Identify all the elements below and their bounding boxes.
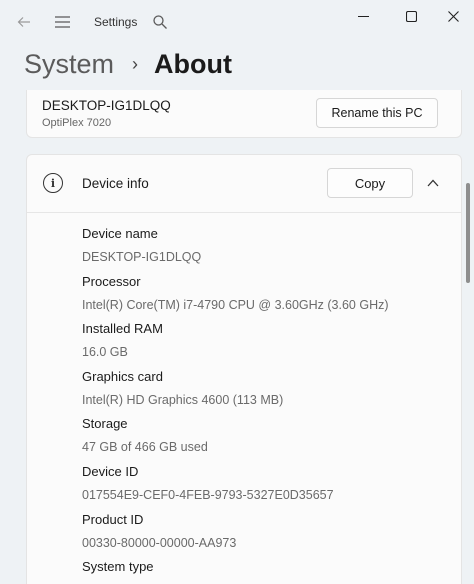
- breadcrumb-chevron-icon: ›: [132, 53, 139, 74]
- maximize-icon: [405, 10, 417, 22]
- back-arrow-icon: [17, 17, 30, 27]
- spec-label: Processor: [82, 273, 141, 289]
- search-icon: [153, 15, 167, 29]
- spec-storage: Storage 47 GB of 466 GB used: [82, 415, 442, 463]
- spec-value: Intel(R) Core(TM) i7-4790 CPU @ 3.60GHz …: [82, 297, 389, 312]
- pc-name-card: DESKTOP-IG1DLQQ OptiPlex 7020 Rename thi…: [26, 90, 462, 138]
- pc-name: DESKTOP-IG1DLQQ: [42, 98, 171, 113]
- spec-label: Product ID: [82, 511, 144, 527]
- title-bar: Settings: [0, 0, 474, 44]
- scrollbar-thumb[interactable]: [466, 183, 470, 283]
- spec-label: System type: [82, 559, 154, 575]
- device-info-card: i Device info Copy Device name DESKTOP-I…: [26, 154, 462, 584]
- app-title: Settings: [94, 15, 138, 29]
- search-button[interactable]: [146, 6, 174, 38]
- copy-button[interactable]: Copy: [327, 168, 413, 198]
- spec-value: 017554E9-CEF0-4FEB-9793-5327E0D35657: [82, 487, 334, 502]
- minimize-icon: [357, 15, 369, 17]
- pc-model: OptiPlex 7020: [42, 117, 112, 129]
- spec-device-id: Device ID 017554E9-CEF0-4FEB-9793-5327E0…: [82, 463, 442, 511]
- spec-graphics-card: Graphics card Intel(R) HD Graphics 4600 …: [82, 368, 442, 416]
- rename-pc-button[interactable]: Rename this PC: [316, 98, 438, 128]
- spec-system-type: System type: [82, 558, 442, 584]
- navigation-menu-button[interactable]: [46, 6, 78, 38]
- breadcrumb-system-link[interactable]: System: [24, 49, 114, 80]
- spec-label: Device ID: [82, 463, 139, 479]
- info-icon: i: [43, 173, 63, 193]
- spec-label: Device name: [82, 226, 158, 241]
- spec-installed-ram: Installed RAM 16.0 GB: [82, 320, 442, 368]
- close-button[interactable]: [430, 0, 474, 32]
- spec-product-id: Product ID 00330-80000-00000-AA973: [82, 511, 442, 559]
- device-specs-list: Device name DESKTOP-IG1DLQQ Processor In…: [82, 225, 442, 584]
- device-info-header[interactable]: i Device info Copy: [27, 155, 461, 213]
- back-button[interactable]: [8, 6, 40, 38]
- spec-value: 16.0 GB: [82, 345, 128, 360]
- spec-label: Graphics card: [82, 368, 163, 384]
- spec-value: 00330-80000-00000-AA973: [82, 535, 237, 550]
- spec-value: Intel(R) HD Graphics 4600 (113 MB): [82, 392, 284, 407]
- spec-label: Storage: [82, 416, 128, 432]
- spec-device-name: Device name DESKTOP-IG1DLQQ: [82, 225, 442, 273]
- device-info-title: Device info: [82, 176, 149, 191]
- spec-processor: Processor Intel(R) Core(TM) i7-4790 CPU …: [82, 273, 442, 321]
- hamburger-menu-icon: [54, 16, 70, 28]
- breadcrumb: System › About: [24, 44, 232, 84]
- minimize-button[interactable]: [340, 0, 386, 32]
- spec-label: Installed RAM: [82, 321, 163, 337]
- collapse-button[interactable]: [421, 171, 445, 195]
- spec-value: 47 GB of 466 GB used: [82, 440, 208, 455]
- chevron-up-icon: [427, 179, 439, 187]
- maximize-button[interactable]: [388, 0, 434, 32]
- page-title: About: [154, 48, 232, 79]
- spec-value: DESKTOP-IG1DLQQ: [82, 250, 202, 264]
- close-icon: [447, 10, 459, 22]
